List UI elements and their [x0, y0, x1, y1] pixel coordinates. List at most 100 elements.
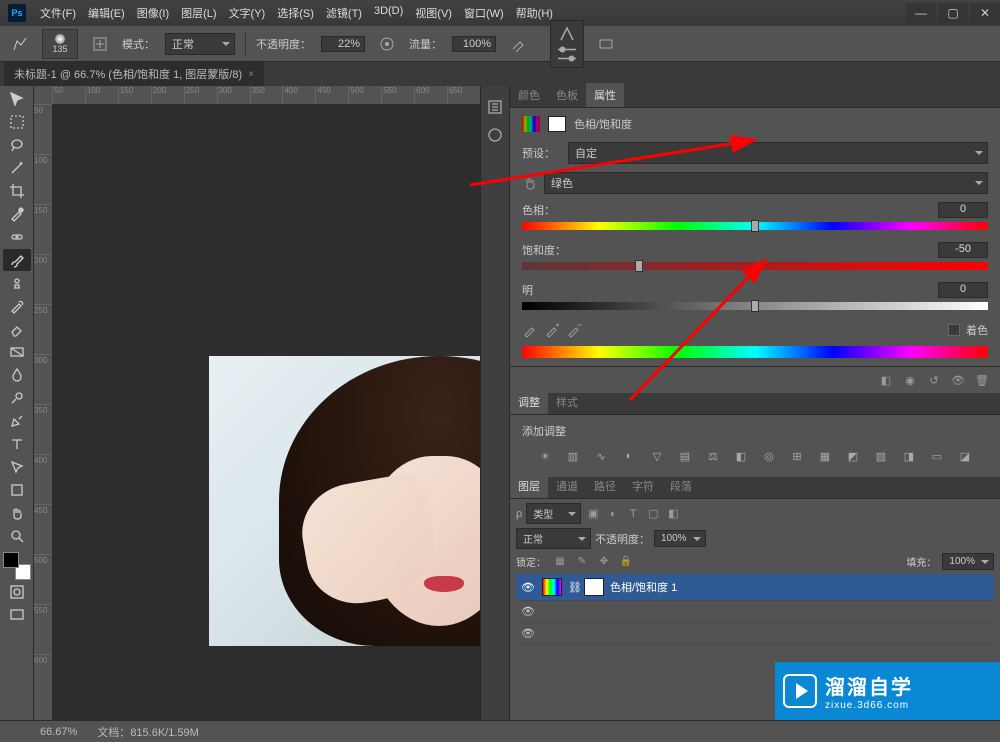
quickmask-icon[interactable]	[3, 581, 31, 603]
filter-smart-icon[interactable]: ◧	[665, 506, 681, 522]
hue-slider-thumb[interactable]	[751, 220, 759, 232]
menu-type[interactable]: 文字(Y)	[223, 1, 272, 25]
tablet-pressure-icon[interactable]	[594, 32, 618, 56]
zoom-tool-icon[interactable]	[3, 525, 31, 547]
pen-tool-icon[interactable]	[3, 410, 31, 432]
flow-input[interactable]: 100%	[452, 36, 496, 52]
curves-icon[interactable]: ∿	[592, 447, 610, 465]
layer-row-hidden[interactable]: 👁	[516, 601, 994, 623]
preset-dropdown[interactable]: 自定	[568, 142, 988, 164]
filter-shape-icon[interactable]: ▢	[645, 506, 661, 522]
airbrush-icon[interactable]	[506, 32, 530, 56]
screenmode-icon[interactable]	[3, 604, 31, 626]
blur-tool-icon[interactable]	[3, 364, 31, 386]
foreground-color-swatch[interactable]	[3, 552, 19, 568]
wand-tool-icon[interactable]	[3, 157, 31, 179]
menu-view[interactable]: 视图(V)	[409, 1, 458, 25]
bw-icon[interactable]: ◧	[732, 447, 750, 465]
tab-styles[interactable]: 样式	[548, 390, 586, 414]
brush-extra-icon[interactable]	[555, 25, 579, 43]
window-maximize-button[interactable]: ▢	[938, 3, 968, 23]
lock-all-icon[interactable]: 🔒	[618, 554, 634, 570]
reset-icon[interactable]: ↺	[924, 371, 944, 389]
menu-filter[interactable]: 滤镜(T)	[320, 1, 368, 25]
menu-window[interactable]: 窗口(W)	[458, 1, 510, 25]
stamp-tool-icon[interactable]	[3, 272, 31, 294]
menu-image[interactable]: 图像(I)	[131, 1, 175, 25]
menu-edit[interactable]: 编辑(E)	[82, 1, 131, 25]
view-previous-icon[interactable]: ◉	[900, 371, 920, 389]
tab-layers[interactable]: 图层	[510, 474, 548, 498]
healing-tool-icon[interactable]	[3, 226, 31, 248]
spectrum-strip[interactable]	[522, 346, 988, 358]
master-hand-icon[interactable]	[522, 175, 538, 191]
brush-tool-icon[interactable]	[3, 249, 31, 271]
selective-color-icon[interactable]: ◪	[956, 447, 974, 465]
document-tab[interactable]: 未标题-1 @ 66.7% (色相/饱和度 1, 图层蒙版/8) ×	[4, 62, 264, 86]
type-tool-icon[interactable]	[3, 433, 31, 455]
exposure-icon[interactable]: ◐	[620, 447, 638, 465]
tool-preset-icon[interactable]	[8, 32, 32, 56]
history-panel-icon[interactable]	[481, 96, 509, 118]
zoom-level[interactable]: 66.67%	[40, 726, 77, 738]
channel-mixer-icon[interactable]: ⊞	[788, 447, 806, 465]
menu-3d[interactable]: 3D(D)	[368, 1, 409, 25]
levels-icon[interactable]: ▥	[564, 447, 582, 465]
document-tab-close-icon[interactable]: ×	[248, 69, 254, 80]
canvas-area[interactable]: 50 100 150 200 250 300 350 400 450 500 5…	[34, 86, 480, 720]
filter-type-icon[interactable]: T	[625, 506, 641, 522]
channel-dropdown[interactable]: 绿色	[544, 172, 988, 194]
brush-settings-icon[interactable]	[88, 32, 112, 56]
lightness-slider-thumb[interactable]	[751, 300, 759, 312]
lightness-input[interactable]: 0	[938, 282, 988, 298]
color-swatches[interactable]	[3, 552, 31, 580]
tab-adjustments[interactable]: 调整	[510, 390, 548, 414]
dodge-tool-icon[interactable]	[3, 387, 31, 409]
gradient-map-icon[interactable]: ▭	[928, 447, 946, 465]
tab-paths[interactable]: 路径	[586, 474, 624, 498]
clip-to-layer-icon[interactable]: ◧	[876, 371, 896, 389]
eyedropper-set-icon[interactable]	[522, 322, 538, 338]
menu-layer[interactable]: 图层(L)	[175, 1, 222, 25]
layer-row-hidden[interactable]: 👁	[516, 623, 994, 645]
history-brush-tool-icon[interactable]	[3, 295, 31, 317]
sat-slider[interactable]	[522, 262, 988, 270]
tab-paragraphs[interactable]: 段落	[662, 474, 700, 498]
delete-icon[interactable]: 🗑	[972, 371, 992, 389]
eyedropper-add-icon[interactable]	[544, 322, 560, 338]
shape-tool-icon[interactable]	[3, 479, 31, 501]
menu-select[interactable]: 选择(S)	[271, 1, 320, 25]
vibrance-icon[interactable]: ▽	[648, 447, 666, 465]
info-panel-icon[interactable]	[481, 124, 509, 146]
layer-visibility-icon[interactable]: 👁	[520, 627, 536, 640]
layer-visibility-icon[interactable]: 👁	[520, 581, 536, 594]
eyedropper-tool-icon[interactable]	[3, 203, 31, 225]
layer-link-icon[interactable]: ⛓	[568, 581, 578, 594]
lock-position-icon[interactable]: ✥	[596, 554, 612, 570]
filter-adj-icon[interactable]: ◐	[605, 506, 621, 522]
lock-pixels-icon[interactable]: ✎	[574, 554, 590, 570]
window-close-button[interactable]: ✕	[970, 3, 1000, 23]
tab-color[interactable]: 颜色	[510, 83, 548, 107]
layer-visibility-icon[interactable]: 👁	[520, 605, 536, 618]
layer-name[interactable]: 色相/饱和度 1	[610, 579, 677, 595]
slider-panel-icon[interactable]	[555, 45, 579, 63]
pressure-opacity-icon[interactable]	[375, 32, 399, 56]
brush-preset-picker[interactable]: 135	[42, 29, 78, 59]
hand-tool-icon[interactable]	[3, 502, 31, 524]
layer-row-huesat[interactable]: 👁 ⛓ 色相/饱和度 1	[516, 574, 994, 601]
sat-slider-thumb[interactable]	[635, 260, 643, 272]
photo-filter-icon[interactable]: ◎	[760, 447, 778, 465]
hue-sat-adj-icon[interactable]: ▤	[676, 447, 694, 465]
brightness-icon[interactable]: ☀	[536, 447, 554, 465]
crop-tool-icon[interactable]	[3, 180, 31, 202]
layer-adj-thumb[interactable]	[542, 578, 562, 596]
eraser-tool-icon[interactable]	[3, 318, 31, 340]
hue-input[interactable]: 0	[938, 202, 988, 218]
visibility-icon[interactable]: 👁	[948, 371, 968, 389]
threshold-icon[interactable]: ◨	[900, 447, 918, 465]
gradient-tool-icon[interactable]	[3, 341, 31, 363]
layer-filter-dropdown[interactable]: 类型	[526, 503, 581, 524]
tab-channels[interactable]: 通道	[548, 474, 586, 498]
hue-slider[interactable]	[522, 222, 988, 230]
